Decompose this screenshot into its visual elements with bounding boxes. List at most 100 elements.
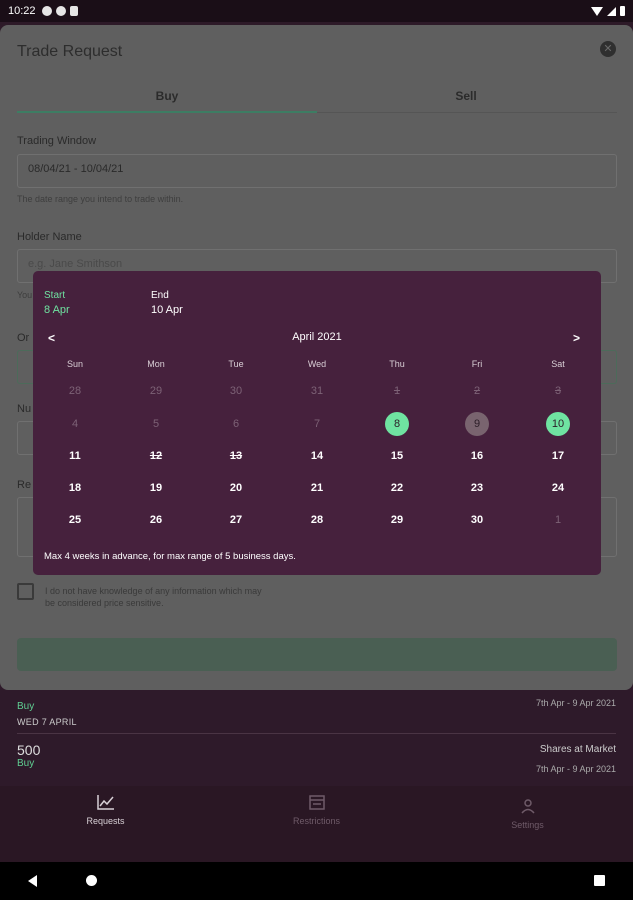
- calendar-day: 7: [313, 418, 321, 430]
- weekday-tue: Tue: [228, 359, 244, 369]
- calendar-day[interactable]: 29: [385, 508, 409, 532]
- home-icon[interactable]: [86, 875, 97, 886]
- signal-icon: [607, 6, 616, 16]
- picker-note: Max 4 weeks in advance, for max range of…: [44, 551, 296, 562]
- calendar-day[interactable]: 21: [305, 476, 329, 500]
- order-type-label: Or: [17, 332, 30, 344]
- nav-label: Requests: [86, 816, 125, 826]
- trade-dates: 7th Apr - 9 Apr 2021: [535, 698, 616, 708]
- requests-list: Buy 7th Apr - 9 Apr 2021 WED 7 APRIL 500…: [0, 680, 633, 786]
- calendar-day[interactable]: 19: [144, 476, 168, 500]
- modal-title: Trade Request: [17, 43, 123, 60]
- start-value: 8 Apr: [44, 304, 70, 316]
- trading-window-label: Trading Window: [17, 135, 97, 147]
- start-label: Start: [44, 290, 66, 301]
- calendar-day: 5: [152, 418, 160, 430]
- calendar-day: 2: [473, 385, 481, 397]
- back-icon[interactable]: [28, 875, 37, 887]
- calendar-day[interactable]: 9: [465, 412, 489, 436]
- trade-type: Shares at Market: [539, 744, 616, 755]
- notification-icon: [69, 6, 78, 16]
- calendar-day: 29: [149, 385, 163, 397]
- calendar-day[interactable]: 14: [305, 444, 329, 468]
- notification-icon: [41, 6, 52, 16]
- calendar-day[interactable]: 27: [224, 508, 248, 532]
- nav-requests[interactable]: Requests: [0, 786, 211, 862]
- date-range-picker: Start 8 Apr End 10 Apr April 2021 < > Ma…: [33, 271, 601, 575]
- trading-window-value: 08/04/21 - 10/04/21: [28, 163, 124, 175]
- close-icon[interactable]: ✕: [600, 41, 616, 57]
- holder-name-label: Holder Name: [17, 231, 82, 243]
- list-item[interactable]: Buy 7th Apr - 9 Apr 2021: [17, 696, 616, 714]
- wifi-icon: [591, 6, 603, 16]
- holder-name-help: You: [17, 290, 33, 300]
- section-header: WED 7 APRIL: [17, 717, 77, 727]
- system-nav-bar: [0, 862, 633, 900]
- nav-label: Restrictions: [292, 816, 340, 826]
- list-item[interactable]: 500 Buy Shares at Market 7th Apr - 9 Apr…: [17, 742, 616, 774]
- trade-quantity: 500: [17, 742, 41, 758]
- end-value: 10 Apr: [151, 304, 183, 316]
- weekday-thu: Thu: [389, 359, 405, 369]
- end-label: End: [151, 290, 169, 301]
- battery-icon: [620, 6, 625, 16]
- tab-buy[interactable]: Buy: [17, 89, 317, 103]
- bottom-nav: Requests Restrictions Settings: [0, 786, 633, 862]
- trade-side: Buy: [17, 758, 35, 769]
- calendar-day[interactable]: 15: [385, 444, 409, 468]
- calendar-day[interactable]: 23: [465, 476, 489, 500]
- calendar-day[interactable]: 11: [63, 444, 87, 468]
- calendar-day[interactable]: 30: [465, 508, 489, 532]
- calendar-day: 1: [554, 514, 562, 526]
- calendar-day[interactable]: 25: [63, 508, 87, 532]
- recents-icon[interactable]: [594, 875, 605, 886]
- holder-name-placeholder: e.g. Jane Smithson: [28, 258, 123, 270]
- calendar-day: 6: [232, 418, 240, 430]
- calendar-day[interactable]: 17: [546, 444, 570, 468]
- trading-window-field[interactable]: 08/04/21 - 10/04/21: [17, 154, 617, 188]
- calendar-day: 28: [68, 385, 82, 397]
- calendar-day[interactable]: 16: [465, 444, 489, 468]
- calendar-day[interactable]: 18: [63, 476, 87, 500]
- notification-icon: [55, 6, 66, 16]
- trade-dates: 7th Apr - 9 Apr 2021: [535, 764, 616, 774]
- calendar-day[interactable]: 12: [144, 444, 168, 468]
- calendar-day: 1: [393, 385, 401, 397]
- status-time: 10:22: [8, 5, 36, 17]
- nav-label: Settings: [511, 820, 544, 830]
- reason-label: Re: [17, 479, 32, 491]
- nav-settings[interactable]: Settings: [422, 786, 633, 862]
- calendar-day[interactable]: 24: [546, 476, 570, 500]
- calendar-day: 3: [554, 385, 562, 397]
- status-bar: 10:22: [0, 0, 633, 22]
- divider: [17, 733, 616, 734]
- trading-window-help: The date range you intend to trade withi…: [17, 194, 184, 204]
- trade-side: Buy: [17, 701, 35, 712]
- weekday-sun: Sun: [66, 359, 83, 369]
- active-tab-indicator: [17, 111, 317, 113]
- calendar-day[interactable]: 26: [144, 508, 168, 532]
- number-label: Nu: [17, 403, 32, 415]
- submit-button[interactable]: [17, 638, 617, 671]
- weekday-fri: Fri: [471, 359, 483, 369]
- tab-divider: [317, 112, 617, 113]
- weekday-mon: Mon: [147, 359, 165, 369]
- calendar-day[interactable]: 13: [224, 444, 248, 468]
- calendar-day: 31: [310, 385, 324, 397]
- chart-icon: [96, 795, 114, 810]
- calendar-day[interactable]: 10: [546, 412, 570, 436]
- prev-month-button[interactable]: <: [48, 331, 55, 345]
- weekday-sat: Sat: [551, 359, 565, 369]
- weekday-wed: Wed: [307, 359, 327, 369]
- calendar-day[interactable]: 8: [385, 412, 409, 436]
- person-icon: [520, 799, 535, 814]
- nav-restrictions[interactable]: Restrictions: [211, 786, 422, 862]
- tab-sell[interactable]: Sell: [316, 89, 616, 103]
- next-month-button[interactable]: >: [573, 331, 580, 345]
- price-sensitive-checkbox[interactable]: [17, 583, 34, 600]
- calendar-day[interactable]: 20: [224, 476, 248, 500]
- calendar-day: 30: [229, 385, 243, 397]
- calendar-day[interactable]: 28: [305, 508, 329, 532]
- calendar-day: 4: [71, 418, 79, 430]
- calendar-day[interactable]: 22: [385, 476, 409, 500]
